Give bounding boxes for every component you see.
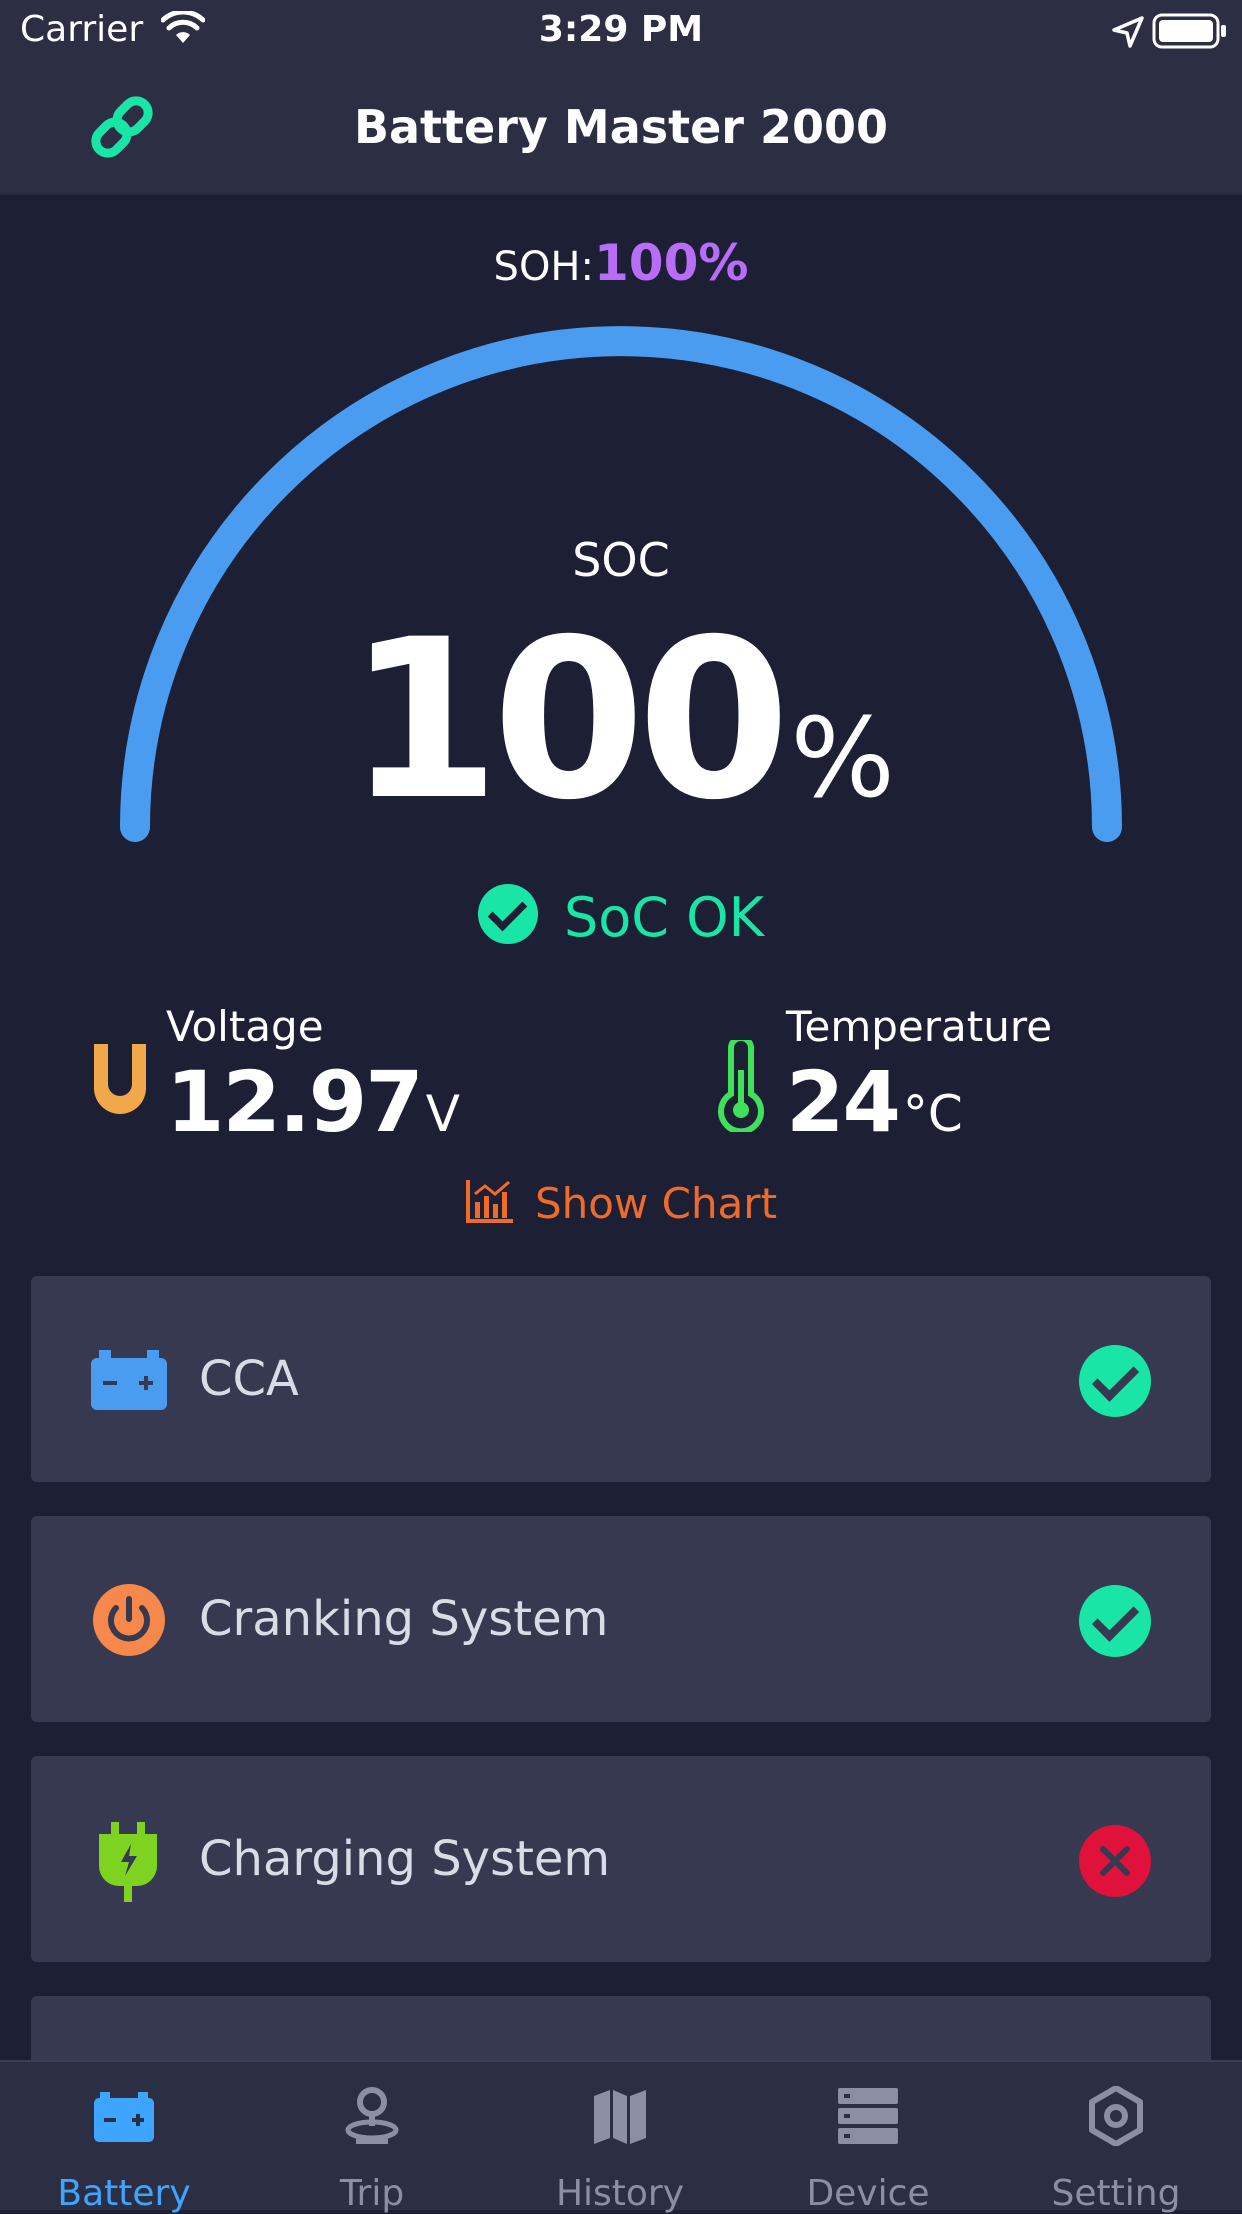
soc-label: SOC [572, 533, 670, 587]
voltage-label: Voltage [166, 1002, 324, 1051]
server-icon [838, 2088, 898, 2144]
check-label: CCA [199, 1351, 299, 1407]
location-pin-icon [345, 2087, 399, 2144]
temperature-value: 24 [786, 1053, 901, 1151]
tab-setting[interactable]: Setting [992, 2062, 1240, 2214]
tab-label: Trip [339, 2173, 405, 2214]
temperature-metric: Temperature 24°C [786, 1000, 1052, 1162]
plug-icon [99, 1822, 157, 1902]
check-row-cranking[interactable]: Cranking System [31, 1516, 1211, 1722]
battery-icon [91, 1350, 167, 1410]
thermometer-icon [718, 1040, 764, 1132]
tab-bar: Battery Trip History Device Setting [0, 2060, 1242, 2214]
voltage-metric: Voltage 12.97V [166, 1000, 460, 1162]
temperature-label: Temperature [786, 1002, 1053, 1051]
soc-value: 100 [347, 592, 790, 848]
soc-status: SoC OK [0, 880, 1242, 956]
chart-icon [465, 1180, 513, 1223]
voltage-value: 12.97 [166, 1053, 424, 1151]
tab-trip[interactable]: Trip [248, 2062, 496, 2214]
show-chart-label: Show Chart [534, 1179, 778, 1228]
gear-hex-icon [1089, 2086, 1143, 2146]
close-icon [1100, 1846, 1130, 1876]
check-ok-icon [1079, 1345, 1151, 1417]
check-circle-icon [477, 884, 538, 944]
map-icon [594, 2090, 646, 2144]
soc-readout: 100% [0, 610, 1242, 830]
soc-unit: % [790, 694, 895, 822]
check-label: Charging System [199, 1831, 611, 1887]
tab-label: History [555, 2173, 685, 2214]
check-fail-icon [1079, 1825, 1151, 1897]
temperature-unit: °C [902, 1085, 963, 1143]
check-ok-icon [1079, 1585, 1151, 1657]
tab-battery[interactable]: Battery [0, 2062, 248, 2214]
tab-label: Device [806, 2173, 930, 2214]
check-label: Cranking System [199, 1591, 609, 1647]
soc-status-label: SoC OK [563, 886, 765, 949]
battery-icon [94, 2092, 154, 2142]
check-row-charging[interactable]: Charging System [31, 1756, 1211, 1962]
tab-label: Setting [1051, 2173, 1181, 2214]
power-icon [93, 1584, 165, 1656]
tab-history[interactable]: History [496, 2062, 744, 2214]
show-chart-button[interactable]: Show Chart [0, 1174, 1242, 1234]
tab-device[interactable]: Device [744, 2062, 992, 2214]
check-row-cca[interactable]: CCA [31, 1276, 1211, 1482]
magnet-icon [94, 1044, 146, 1114]
voltage-unit: V [425, 1085, 460, 1143]
tab-label: Battery [57, 2173, 191, 2214]
